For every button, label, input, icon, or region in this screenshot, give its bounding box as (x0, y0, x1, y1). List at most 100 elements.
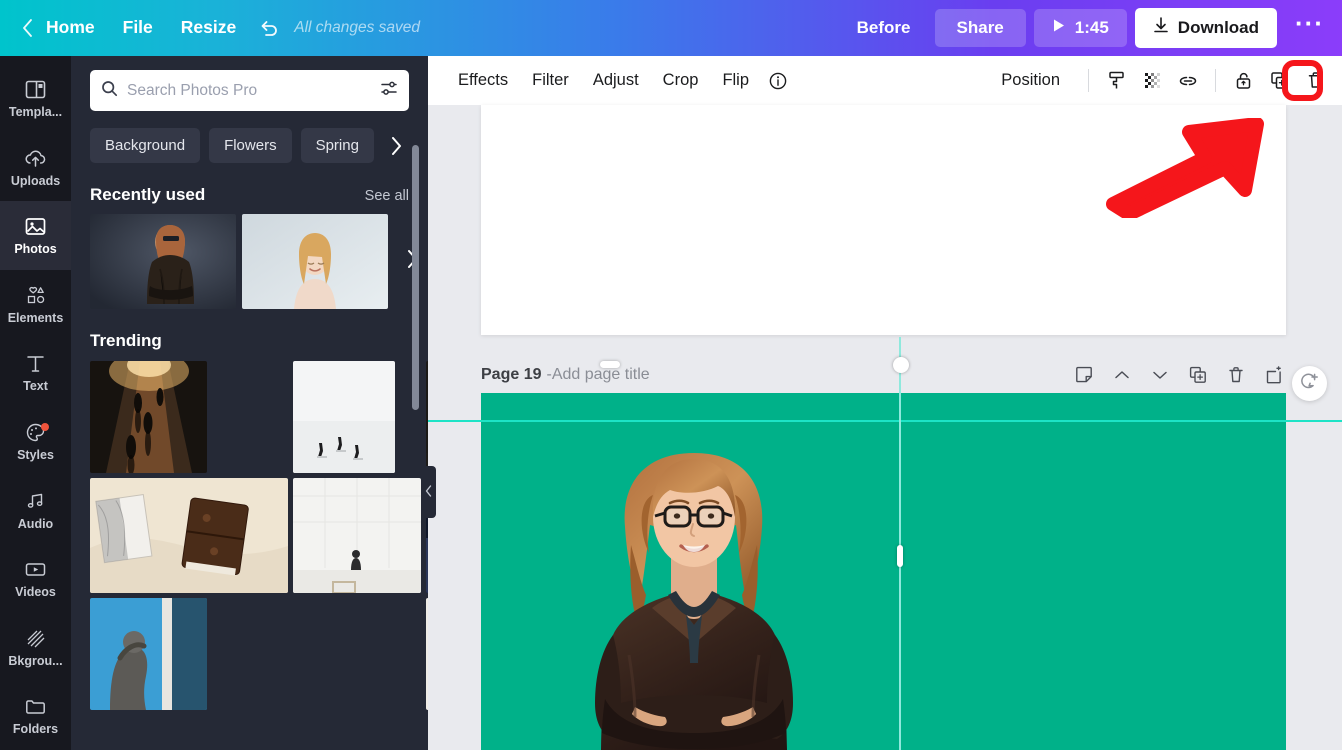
rail-item-folders[interactable]: Folders (0, 681, 71, 750)
trending-thumb-leather-journal[interactable] (90, 478, 288, 593)
chip-flowers[interactable]: Flowers (209, 128, 292, 163)
sliders-icon[interactable] (380, 80, 398, 102)
rail-label-background: Bkgrou... (8, 653, 63, 668)
download-button[interactable]: Download (1134, 8, 1278, 48)
duplicate-page-icon[interactable] (1186, 363, 1210, 387)
top-bar: Home File Resize All changes saved Befor… (0, 0, 1342, 56)
trending-thumb-street-night[interactable] (90, 361, 207, 473)
rail-item-audio[interactable]: Audio (0, 476, 71, 545)
rail-label-audio: Audio (17, 516, 54, 531)
canvas-toolbar-right: Position (989, 64, 1332, 98)
copy-style-icon[interactable] (1099, 64, 1133, 98)
recent-thumb-woman-leather-jacket[interactable] (90, 214, 236, 309)
undo-icon[interactable] (250, 11, 288, 45)
add-comment-button[interactable] (1292, 366, 1327, 401)
save-status-text: All changes saved (294, 19, 421, 36)
selection-handle-corner[interactable] (893, 357, 909, 373)
search-box[interactable] (90, 70, 409, 111)
add-page-title-input[interactable]: Add page title (552, 366, 650, 384)
rail-item-templates[interactable]: Templa... (0, 64, 71, 133)
folder-icon (24, 695, 47, 718)
rail-label-photos: Photos (14, 242, 57, 257)
rail-item-uploads[interactable]: Uploads (0, 133, 71, 202)
selected-photo-woman[interactable] (569, 419, 819, 750)
trending-column-2 (293, 361, 421, 710)
chevron-down-icon[interactable] (1148, 363, 1172, 387)
chevron-left-icon[interactable] (14, 13, 40, 43)
before-button[interactable]: Before (841, 10, 927, 46)
chip-spring[interactable]: Spring (300, 128, 374, 163)
canvas-page-19[interactable] (481, 393, 1286, 750)
rail-item-text[interactable]: Text (0, 338, 71, 407)
panel-collapse-button[interactable] (421, 466, 436, 518)
rail-label-videos: Videos (15, 585, 56, 600)
share-button[interactable]: Share (934, 9, 1026, 47)
rail-label-folders: Folders (12, 722, 59, 737)
rail-item-elements[interactable]: Elements (0, 270, 71, 339)
duplicate-icon[interactable] (1262, 64, 1296, 98)
notes-icon[interactable] (1072, 363, 1096, 387)
photo-icon (24, 215, 47, 238)
recent-thumb-blonde-woman[interactable] (242, 214, 388, 309)
templates-icon (24, 78, 47, 101)
background-hatch-icon (24, 627, 47, 650)
page-actions (1072, 363, 1286, 387)
trash-icon[interactable] (1298, 64, 1332, 98)
top-bar-right-group: Before Share 1:45 Download ··· (841, 0, 1342, 56)
transparency-icon[interactable] (1135, 64, 1169, 98)
delete-page-icon[interactable] (1224, 363, 1248, 387)
trending-column-1 (90, 361, 288, 710)
page-label-row: Page 19 - Add page title (481, 353, 1286, 397)
file-menu-button[interactable]: File (109, 13, 167, 43)
recently-used-see-all[interactable]: See all (365, 188, 409, 204)
recently-used-title: Recently used (90, 185, 206, 204)
info-icon[interactable] (761, 72, 795, 90)
trending-title: Trending (90, 331, 162, 350)
trending-thumb-statue-blue[interactable] (90, 598, 207, 710)
shapes-icon (24, 284, 47, 307)
red-pointer-arrow (1105, 117, 1265, 221)
toolbar-divider-2 (1215, 69, 1216, 92)
flip-button[interactable]: Flip (710, 65, 761, 96)
chips-next-chevron-right-icon[interactable] (383, 133, 410, 159)
chevron-up-icon[interactable] (1110, 363, 1134, 387)
present-duration: 1:45 (1074, 18, 1109, 37)
adjust-button[interactable]: Adjust (581, 65, 651, 96)
rail-label-styles: Styles (17, 448, 54, 463)
filter-button[interactable]: Filter (520, 65, 581, 96)
add-page-icon[interactable] (1262, 363, 1286, 387)
top-bar-left-group: Home File Resize All changes saved (0, 0, 420, 56)
play-icon (1052, 18, 1066, 38)
chip-background[interactable]: Background (90, 128, 201, 163)
rail-label-text: Text (23, 379, 48, 394)
crop-button[interactable]: Crop (651, 65, 711, 96)
download-icon (1153, 17, 1169, 39)
rail-item-background[interactable]: Bkgrou... (0, 613, 71, 682)
selection-handle-right[interactable] (897, 545, 903, 567)
chevron-left-icon (425, 484, 432, 500)
effects-button[interactable]: Effects (446, 65, 520, 96)
tag-chips: Background Flowers Spring (71, 111, 428, 163)
unlock-icon[interactable] (1226, 64, 1260, 98)
rail-label-templates: Templa... (8, 105, 63, 120)
music-note-icon (24, 490, 47, 513)
add-comment-icon (1299, 371, 1320, 397)
trending-thumb-snow-figures[interactable] (293, 361, 395, 473)
position-button[interactable]: Position (989, 65, 1072, 96)
trending-thumb-white-wall-figure[interactable] (293, 478, 421, 593)
link-icon[interactable] (1171, 64, 1205, 98)
present-button[interactable]: 1:45 (1033, 9, 1127, 47)
search-icon (101, 80, 118, 102)
selection-handle-top[interactable] (600, 361, 620, 368)
search-input[interactable] (127, 81, 371, 100)
resize-button[interactable]: Resize (167, 13, 250, 43)
panel-scrollbar[interactable] (412, 145, 419, 410)
rail-item-photos[interactable]: Photos (0, 201, 71, 270)
home-button[interactable]: Home (40, 13, 109, 43)
rail-label-elements: Elements (7, 310, 64, 325)
photos-panel: Background Flowers Spring Recently used … (71, 56, 428, 750)
rail-item-videos[interactable]: Videos (0, 544, 71, 613)
canvas-toolbar: Effects Filter Adjust Crop Flip Position (428, 56, 1342, 105)
rail-item-styles[interactable]: Styles (0, 407, 71, 476)
more-options-button[interactable]: ··· (1285, 10, 1334, 40)
